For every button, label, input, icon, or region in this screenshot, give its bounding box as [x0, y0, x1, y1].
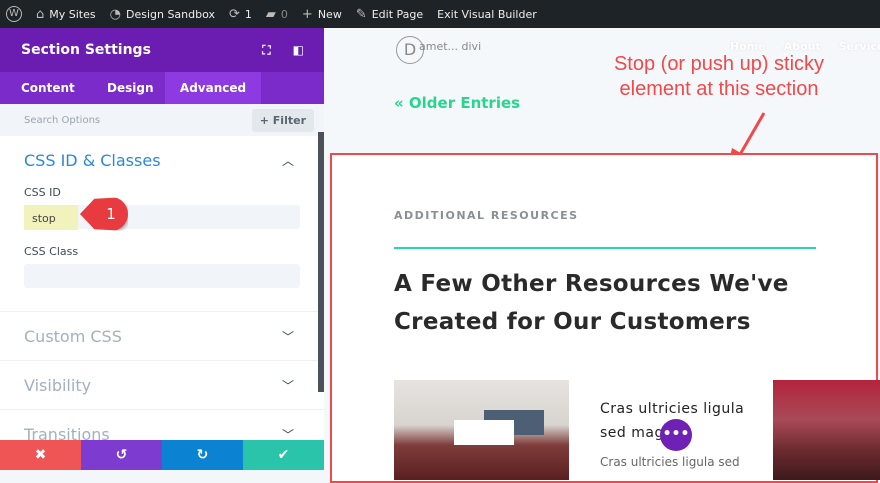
tab-content[interactable]: Content	[0, 72, 86, 104]
css-class-input[interactable]	[24, 264, 300, 288]
living-room-image[interactable]	[394, 380, 569, 480]
logo-text: amet... divi	[419, 40, 482, 53]
undo-button[interactable]: ↺	[81, 440, 162, 470]
chevron-down-icon: ﹀	[281, 329, 294, 344]
highlighted-section: ADDITIONAL RESOURCES A Few Other Resourc…	[330, 153, 880, 483]
css-section-toggle[interactable]: CSS ID & Classes ︿	[0, 136, 324, 184]
fullscreen-icon[interactable]: ⛶	[262, 43, 270, 58]
section-heading: A Few Other Resources We've Created for …	[394, 271, 789, 335]
wordpress-logo-icon[interactable]: W	[6, 6, 22, 22]
settings-panel: Section Settings ⛶ ◧ Content Design Advan…	[0, 28, 324, 470]
page-preview: D amet... divi Home About Services « Old…	[324, 28, 880, 483]
save-button[interactable]: ✔	[243, 440, 324, 470]
dashboard-icon: ◔	[109, 6, 121, 22]
more-options-button[interactable]: •••	[660, 419, 692, 451]
divider	[394, 247, 816, 249]
filter-button[interactable]: + Filter	[251, 108, 314, 132]
comments-link[interactable]: ▰ 0	[266, 7, 288, 22]
annotation-note: Stop (or push up) sticky element at this…	[613, 53, 825, 100]
panel-title: Section Settings	[21, 42, 151, 58]
tab-advanced[interactable]: Advanced	[165, 72, 261, 104]
panel-tabs: Content Design Advanced	[0, 72, 324, 104]
panel-header: Section Settings ⛶ ◧	[0, 28, 324, 72]
discard-button[interactable]: ✖	[0, 440, 81, 470]
tab-design[interactable]: Design	[86, 72, 165, 104]
sites-icon: ⌂	[36, 6, 45, 22]
refresh-icon: ⟳	[229, 6, 240, 22]
kitchen-image[interactable]	[773, 380, 880, 480]
undo-icon: ↺	[115, 447, 128, 463]
redo-icon: ↻	[196, 447, 209, 463]
section-kicker: ADDITIONAL RESOURCES	[394, 209, 579, 222]
custom-css-section[interactable]: Custom CSS ﹀	[0, 312, 324, 361]
redo-button[interactable]: ↻	[162, 440, 243, 470]
css-id-classes-section: CSS ID & Classes ︿ CSS ID stop CSS Class	[0, 136, 324, 288]
check-icon: ✔	[277, 447, 290, 463]
admin-bar: W ⌂ My Sites ◔ Design Sandbox ⟳ 1 ▰ 0 + New ✎…	[0, 0, 880, 28]
dock-icon[interactable]: ◧	[293, 43, 304, 58]
older-entries-link[interactable]: « Older Entries	[394, 94, 520, 112]
panel-footer: ✖ ↺ ↻ ✔	[0, 440, 324, 470]
chevron-down-icon: ﹀	[281, 378, 294, 393]
exit-builder-link[interactable]: Exit Visual Builder	[437, 8, 537, 21]
nav-services[interactable]: Services	[839, 40, 880, 53]
chevron-up-icon: ︿	[281, 153, 294, 168]
updates-link[interactable]: ⟳ 1	[229, 7, 252, 22]
visibility-section[interactable]: Visibility ﹀	[0, 361, 324, 410]
site-link[interactable]: ◔ Design Sandbox	[110, 7, 215, 22]
search-options-input[interactable]: Search Options + Filter	[0, 104, 324, 136]
css-id-input[interactable]: stop	[24, 205, 300, 230]
css-class-label: CSS Class	[24, 245, 79, 258]
my-sites-link[interactable]: ⌂ My Sites	[36, 7, 96, 22]
edit-page-link[interactable]: ✎ Edit Page	[356, 7, 423, 22]
plus-icon: +	[301, 6, 313, 22]
comment-icon: ▰	[265, 6, 276, 22]
card-text: Cras ultricies ligula sed	[600, 455, 740, 469]
new-link[interactable]: + New	[302, 7, 342, 22]
close-icon: ✖	[34, 447, 47, 463]
css-id-label: CSS ID	[24, 186, 61, 199]
pencil-icon: ✎	[355, 6, 367, 22]
